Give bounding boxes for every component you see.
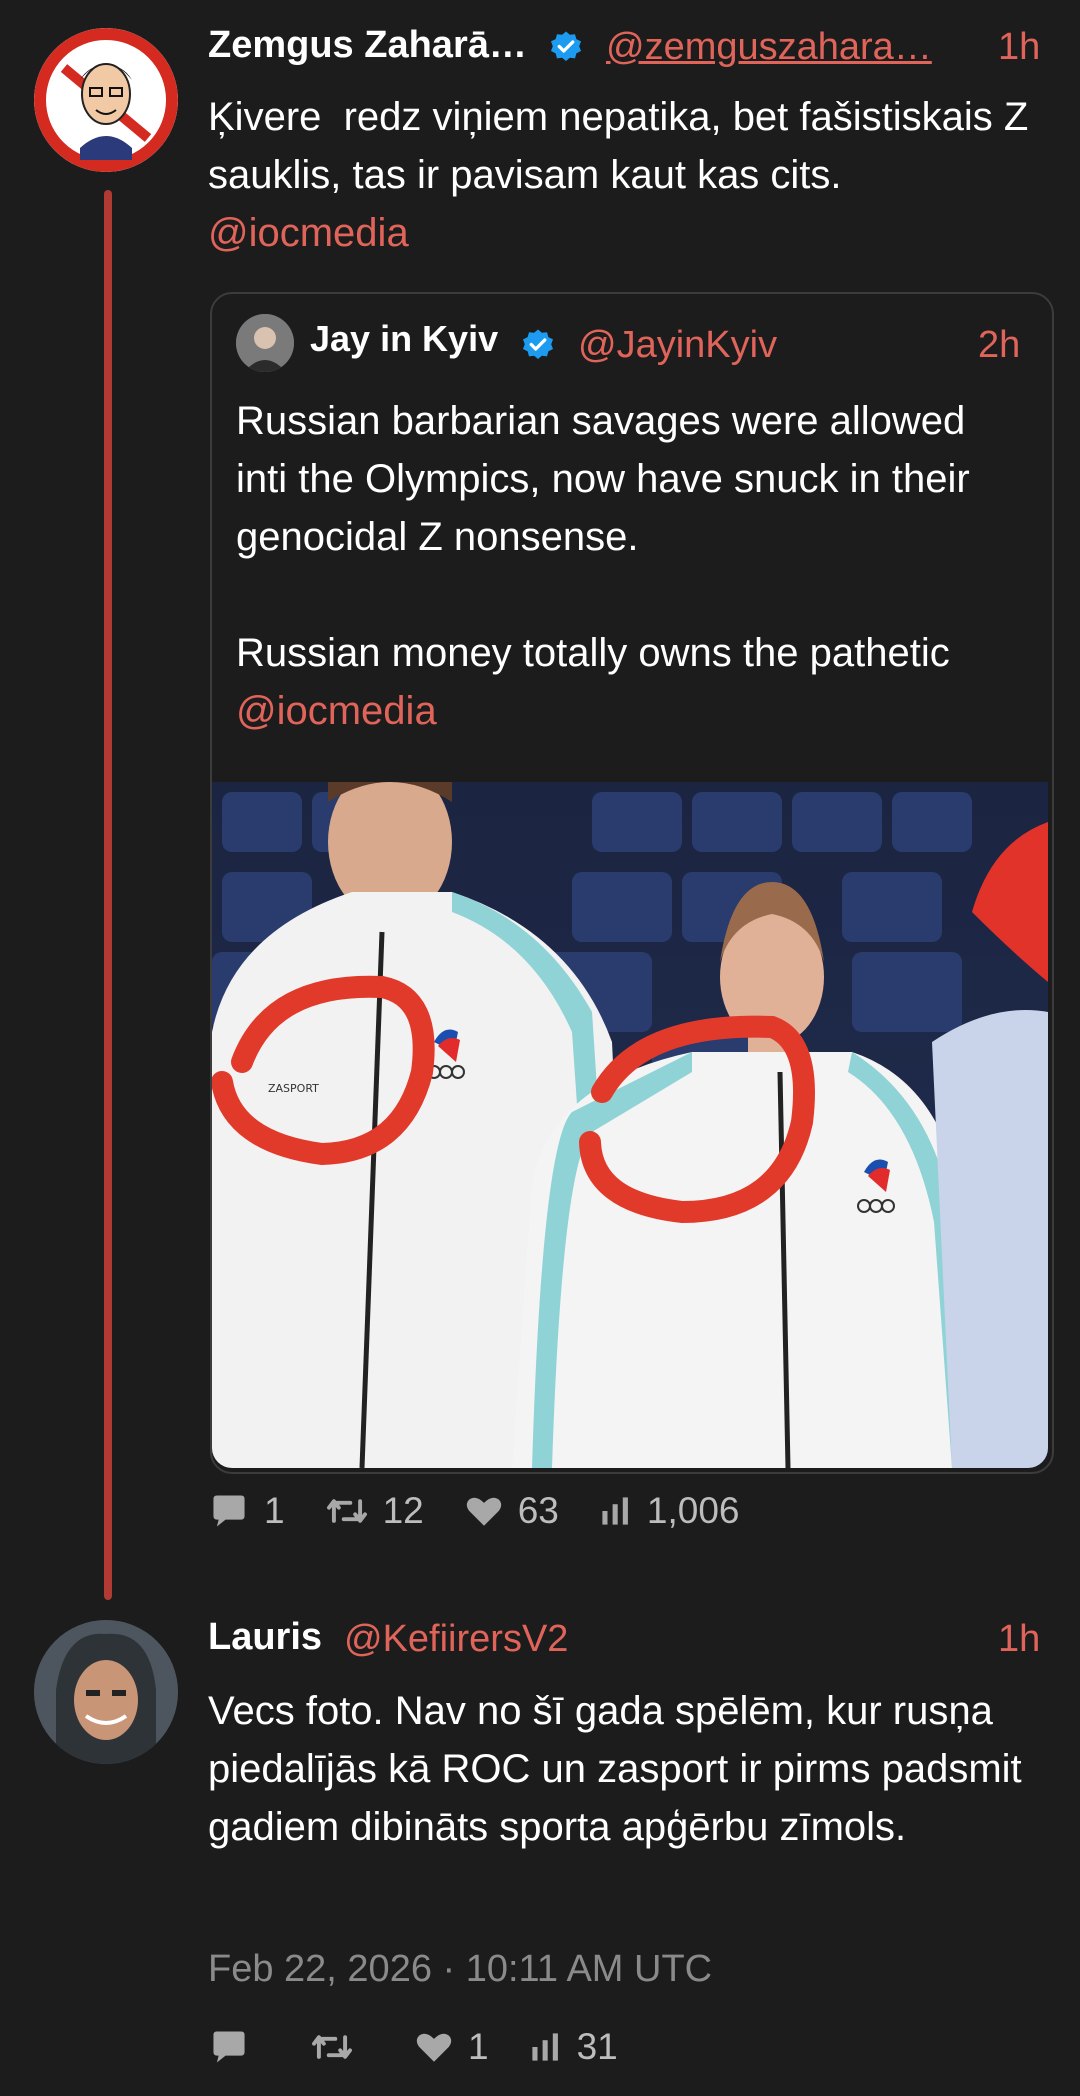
quoted-author-name[interactable]: Jay in Kyiv — [310, 318, 498, 360]
like-button[interactable]: 1 — [414, 2026, 489, 2068]
views-chart-icon — [602, 1497, 628, 1525]
heart-icon — [466, 1497, 501, 1526]
retweet-button[interactable] — [310, 2029, 368, 2065]
tweet-text: Ķivere redz viņiem nepatika, bet fašisti… — [208, 88, 1048, 262]
quoted-author-handle[interactable]: @JayinKyiv — [578, 324, 777, 367]
quoted-tweet-photo[interactable]: ZASPORT ZASPORT — [212, 782, 1048, 1468]
tweet-time[interactable]: 1h — [998, 26, 1040, 69]
heart-icon — [416, 2033, 452, 2062]
retweet-icon — [312, 2035, 352, 2059]
views-chart-icon — [531, 2033, 558, 2061]
avatar-lauris-image — [34, 1620, 178, 1764]
retweet-icon — [326, 1499, 367, 1523]
like-button[interactable]: 63 — [464, 1490, 559, 1532]
views-button[interactable]: 1,006 — [599, 1490, 740, 1532]
avatar-jay-image — [236, 314, 294, 372]
comment-icon — [213, 2031, 245, 2063]
view-count: 31 — [576, 2026, 618, 2067]
retweet-count: 12 — [382, 1490, 424, 1531]
avatar-lauris[interactable] — [34, 1620, 178, 1764]
view-count: 1,006 — [646, 1490, 740, 1531]
verified-check-icon — [523, 329, 553, 360]
quoted-tweet-time[interactable]: 2h — [978, 324, 1020, 367]
olympic-uniform-photo: ZASPORT ZASPORT — [212, 782, 1048, 1468]
thread-line — [104, 190, 112, 1600]
brand-label-left: ZASPORT — [268, 1082, 319, 1095]
reply-count: 1 — [264, 1490, 285, 1531]
mention-link[interactable]: @iocmedia — [208, 211, 409, 255]
avatar-zemgus-image — [34, 28, 178, 172]
avatar-jay[interactable] — [236, 314, 294, 372]
verified-check-icon — [551, 31, 581, 62]
quoted-tweet-body: Russian barbarian savages were allowed i… — [236, 399, 970, 675]
tweet-text-body: Ķivere redz viņiem nepatika, bet fašisti… — [208, 95, 1040, 197]
reply-text: Vecs foto. Nav no šī gada spēlēm, kur ru… — [208, 1689, 1033, 1849]
tweet-date[interactable]: Feb 22, 2026 · 10:11 AM UTC — [208, 1948, 712, 1991]
like-count: 1 — [468, 2026, 489, 2067]
tweet-time[interactable]: 1h — [998, 1618, 1040, 1661]
reply-button[interactable]: 1 — [208, 1490, 285, 1532]
quoted-tweet-text: Russian barbarian savages were allowed i… — [236, 392, 1016, 740]
reply-stats: 1 31 — [208, 2026, 658, 2068]
tweet-stats: 1 12 63 1,006 — [208, 1490, 779, 1532]
author-name[interactable]: Zemgus Zaharā… — [208, 24, 527, 67]
comment-icon — [213, 1495, 245, 1527]
like-count: 63 — [517, 1490, 559, 1531]
author-handle[interactable]: @zemguszahara… — [606, 26, 932, 69]
avatar-zemgus[interactable] — [34, 28, 178, 172]
author-handle[interactable]: @KefiirersV2 — [344, 1618, 568, 1661]
views-button[interactable]: 31 — [529, 2026, 618, 2068]
author-name[interactable]: Lauris — [208, 1616, 322, 1659]
reply-button[interactable] — [208, 2028, 264, 2066]
retweet-button[interactable]: 12 — [325, 1490, 424, 1532]
mention-link[interactable]: @iocmedia — [236, 689, 437, 733]
